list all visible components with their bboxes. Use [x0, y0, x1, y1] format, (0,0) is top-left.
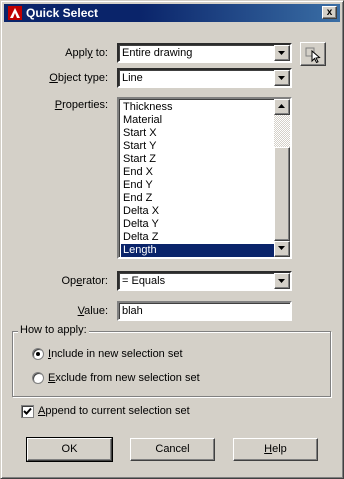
exclude-radio[interactable]	[32, 372, 44, 384]
operator-value: = Equals	[122, 275, 166, 287]
properties-scrollbar[interactable]	[274, 99, 290, 257]
arrow-up-icon	[278, 104, 285, 108]
help-button[interactable]: Help	[233, 438, 318, 461]
list-item[interactable]: Start Z	[121, 153, 276, 166]
cancel-button[interactable]: Cancel	[130, 438, 215, 461]
scroll-down-button[interactable]	[274, 241, 290, 257]
apply-to-dropdown-button[interactable]	[274, 45, 290, 61]
arrow-down-icon	[278, 246, 285, 250]
append-checkbox-label[interactable]: Append to current selection set	[38, 405, 190, 417]
list-item[interactable]: End Y	[121, 179, 276, 192]
checkmark-icon	[23, 407, 32, 415]
value-label: Value:	[77, 305, 108, 317]
value-input-text: blah	[122, 305, 143, 317]
chevron-down-icon	[278, 279, 285, 283]
include-radio-label[interactable]: Include in new selection set	[48, 348, 183, 360]
append-checkbox[interactable]	[21, 405, 34, 418]
operator-label: Operator:	[61, 275, 109, 287]
include-radio[interactable]	[32, 348, 44, 360]
list-item[interactable]: Delta Z	[121, 231, 276, 244]
object-type-combobox[interactable]: Line	[117, 68, 292, 88]
autocad-app-icon	[8, 6, 22, 20]
select-objects-button[interactable]	[300, 42, 326, 66]
window-title: Quick Select	[26, 6, 99, 20]
list-item[interactable]: Material	[121, 114, 276, 127]
list-item[interactable]: Start Y	[121, 140, 276, 153]
apply-to-value: Entire drawing	[122, 47, 193, 59]
value-input[interactable]: blah	[117, 301, 292, 321]
object-type-value: Line	[122, 72, 143, 84]
close-button[interactable]: x	[322, 6, 337, 19]
chevron-down-icon	[278, 76, 285, 80]
how-to-apply-title: How to apply:	[18, 324, 89, 336]
operator-dropdown-button[interactable]	[274, 273, 290, 289]
object-type-dropdown-button[interactable]	[274, 70, 290, 86]
list-item-selected[interactable]: Length	[121, 244, 276, 257]
operator-combobox[interactable]: = Equals	[117, 271, 292, 291]
title-bar[interactable]: Quick Select x	[4, 4, 340, 22]
list-item[interactable]: Thickness	[121, 101, 276, 114]
scroll-up-button[interactable]	[274, 99, 290, 115]
list-item[interactable]: End X	[121, 166, 276, 179]
chevron-down-icon	[278, 51, 285, 55]
properties-label: Properties:	[54, 99, 108, 111]
scroll-thumb[interactable]	[274, 147, 290, 241]
list-item[interactable]: Delta X	[121, 205, 276, 218]
properties-listbox[interactable]: Thickness Material Start X Start Y Start…	[117, 97, 292, 259]
apply-to-label: Apply to:	[65, 47, 108, 59]
exclude-radio-label[interactable]: Exclude from new selection set	[48, 372, 200, 384]
how-to-apply-group	[12, 331, 331, 397]
select-objects-icon	[305, 47, 321, 64]
apply-to-combobox[interactable]: Entire drawing	[117, 43, 292, 63]
close-icon: x	[326, 7, 333, 18]
object-type-label: Object type:	[49, 72, 108, 84]
list-item[interactable]: Start X	[121, 127, 276, 140]
ok-button[interactable]: OK	[26, 437, 113, 462]
radio-selected-dot	[36, 352, 40, 356]
list-item[interactable]: End Z	[121, 192, 276, 205]
list-item[interactable]: Delta Y	[121, 218, 276, 231]
